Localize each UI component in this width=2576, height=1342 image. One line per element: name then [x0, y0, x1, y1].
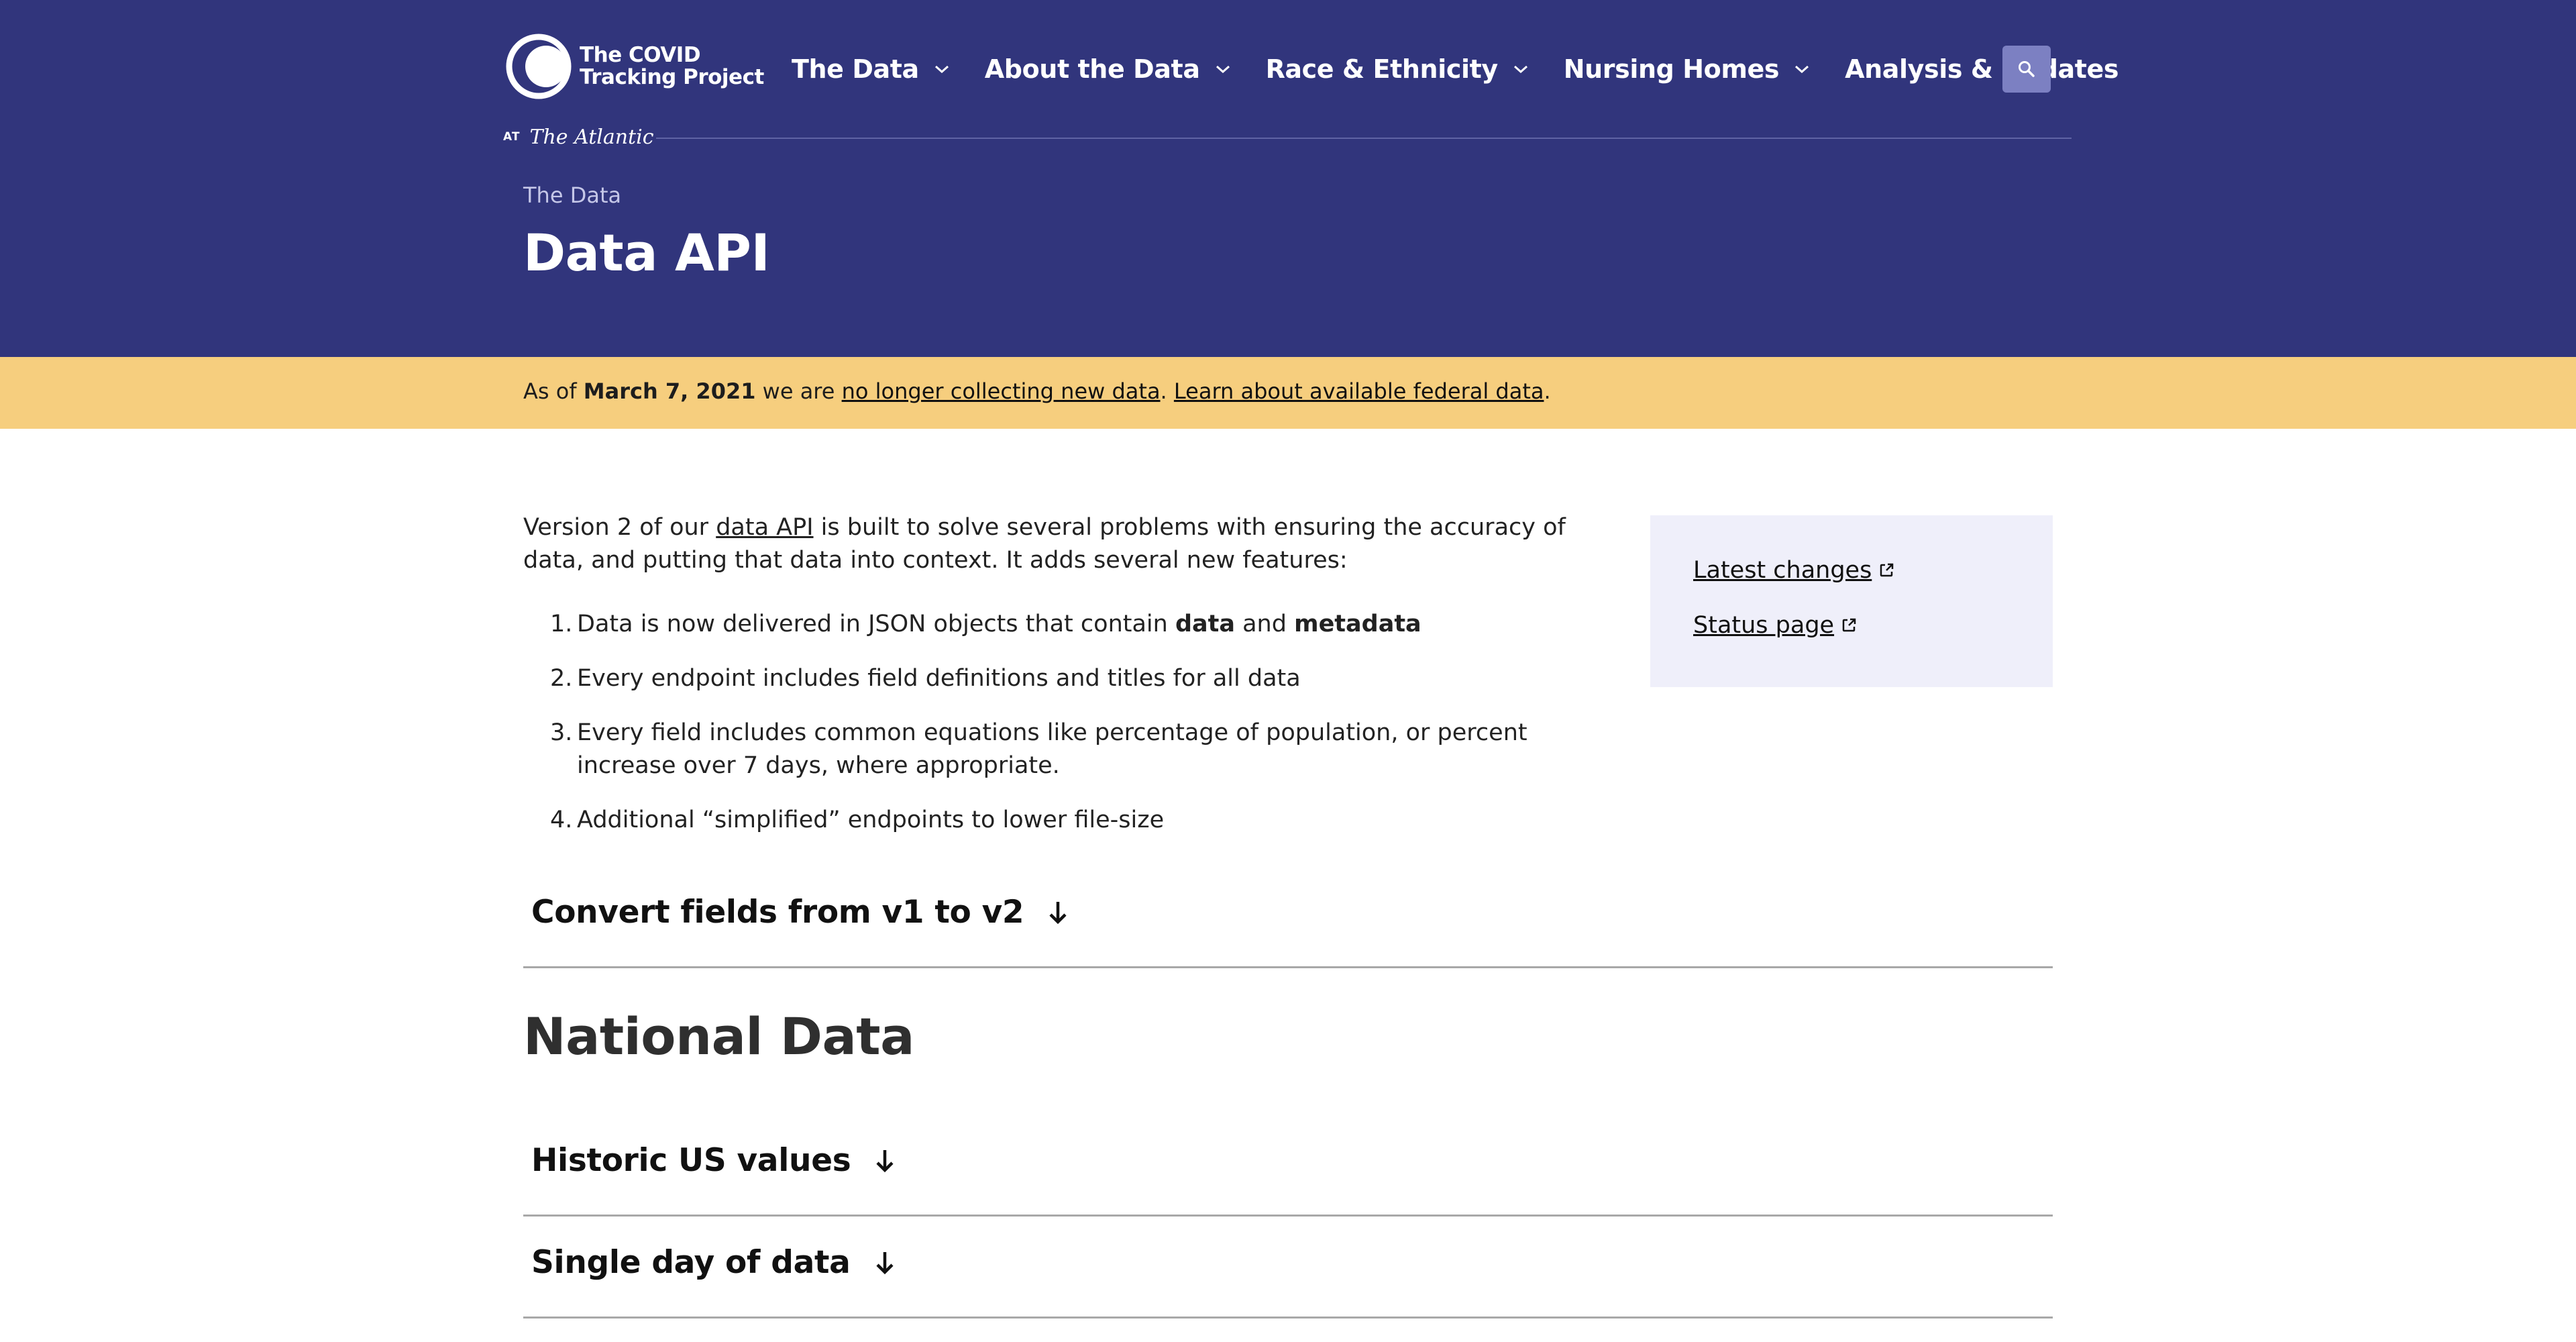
- arrow-down-icon: [1049, 901, 1067, 924]
- list-text-pre: Data is now delivered in JSON objects th…: [577, 611, 1175, 637]
- list-text: Data is now delivered in JSON objects th…: [577, 608, 1421, 641]
- convert-fields-toggle[interactable]: Convert fields from v1 to v2: [531, 894, 1068, 931]
- search-icon: [2019, 61, 2035, 77]
- list-bold-metadata: metadata: [1294, 611, 1421, 637]
- nav-item-the-data[interactable]: The Data: [792, 54, 950, 84]
- external-link-icon: [1880, 563, 1894, 577]
- historic-us-values-toggle[interactable]: Historic US values: [531, 1142, 895, 1179]
- list-item: 1. Data is now delivered in JSON objects…: [550, 608, 1597, 641]
- status-page-label: Status page: [1693, 612, 1835, 639]
- at-label: AT: [503, 130, 521, 144]
- chevron-down-icon: [1216, 65, 1230, 74]
- logo-line-1: The COVID: [580, 43, 701, 67]
- list-number: 3.: [550, 719, 573, 746]
- logo-line-2: Tracking Project: [580, 65, 764, 89]
- list-item: 2. Every endpoint includes field definit…: [550, 662, 1597, 695]
- notice-banner: As of March 7, 2021 we are no longer col…: [0, 357, 2576, 429]
- site-header: The COVID Tracking Project The Data Abou…: [0, 0, 2576, 357]
- site-logo[interactable]: The COVID Tracking Project: [503, 30, 764, 103]
- notice-date: March 7, 2021: [583, 378, 756, 404]
- no-longer-collecting-link[interactable]: no longer collecting new data: [842, 378, 1161, 404]
- federal-data-link[interactable]: Learn about available federal data: [1174, 378, 1544, 404]
- nav-label: Race & Ethnicity: [1265, 54, 1499, 84]
- chevron-down-icon: [934, 65, 949, 74]
- list-item: 4. Additional “simplified” endpoints to …: [550, 804, 1597, 837]
- nav-label: The Data: [792, 54, 919, 84]
- chevron-down-icon: [1513, 65, 1527, 74]
- list-number: 4.: [550, 807, 573, 833]
- latest-changes-link[interactable]: Latest changes: [1693, 557, 1894, 584]
- list-number: 1.: [550, 611, 573, 637]
- list-text: Every field includes common equations li…: [577, 719, 1527, 779]
- nav-label: About the Data: [984, 54, 1200, 84]
- single-day-toggle[interactable]: Single day of data: [531, 1244, 895, 1281]
- list-text: Every endpoint includes field definition…: [577, 665, 1301, 692]
- notice-middle: we are: [755, 378, 842, 404]
- nav-item-nursing-homes[interactable]: Nursing Homes: [1564, 54, 1810, 84]
- logo-wordmark: The COVID Tracking Project: [580, 44, 764, 89]
- atlantic-credit[interactable]: AT The Atlantic: [503, 123, 654, 150]
- section-divider: [523, 1215, 2053, 1217]
- arrow-down-icon: [876, 1149, 894, 1172]
- search-button[interactable]: [2002, 46, 2051, 93]
- national-data-heading: National Data: [523, 1007, 914, 1066]
- data-api-link[interactable]: data API: [716, 514, 813, 541]
- chevron-down-icon: [1795, 65, 1809, 74]
- main-nav: The Data About the Data Race & Ethnicity…: [792, 47, 2119, 91]
- breadcrumb[interactable]: The Data: [523, 183, 621, 208]
- page-title: Data API: [523, 223, 770, 282]
- nav-label: Nursing Homes: [1563, 54, 1780, 84]
- list-bold-data: data: [1175, 611, 1235, 637]
- publisher-name: The Atlantic: [529, 125, 654, 149]
- external-link-icon: [1842, 618, 1856, 632]
- list-text-mid: and: [1234, 611, 1295, 637]
- notice-prefix: As of: [523, 378, 584, 404]
- nav-item-about-the-data[interactable]: About the Data: [985, 54, 1231, 84]
- sidebar-links: Latest changes Status page: [1650, 515, 2053, 687]
- notice-text: As of March 7, 2021 we are no longer col…: [523, 378, 1551, 404]
- arrow-down-icon: [875, 1251, 894, 1274]
- latest-changes-label: Latest changes: [1693, 557, 1872, 584]
- status-page-link[interactable]: Status page: [1693, 612, 1857, 639]
- list-text: Additional “simplified” endpoints to low…: [577, 807, 1165, 833]
- header-divider: [656, 138, 2072, 139]
- logo-icon: [503, 31, 574, 102]
- list-number: 2.: [550, 665, 573, 692]
- feature-list: 1. Data is now delivered in JSON objects…: [550, 608, 1597, 858]
- convert-fields-label: Convert fields from v1 to v2: [531, 894, 1024, 931]
- section-divider: [523, 966, 2053, 968]
- nav-item-analysis-updates[interactable]: Analysis & Updates: [1845, 54, 2118, 84]
- single-day-label: Single day of data: [531, 1244, 851, 1281]
- nav-label: Analysis & Updates: [1845, 54, 2119, 84]
- section-divider: [523, 1317, 2053, 1319]
- notice-suffix: .: [1544, 378, 1551, 404]
- notice-separator: .: [1160, 378, 1174, 404]
- list-item: 3. Every field includes common equations…: [550, 717, 1597, 782]
- nav-item-race-ethnicity[interactable]: Race & Ethnicity: [1266, 54, 1529, 84]
- intro-part-1: Version 2 of our: [523, 514, 716, 541]
- intro-paragraph: Version 2 of our data API is built to so…: [523, 511, 1597, 577]
- historic-us-values-label: Historic US values: [531, 1142, 851, 1179]
